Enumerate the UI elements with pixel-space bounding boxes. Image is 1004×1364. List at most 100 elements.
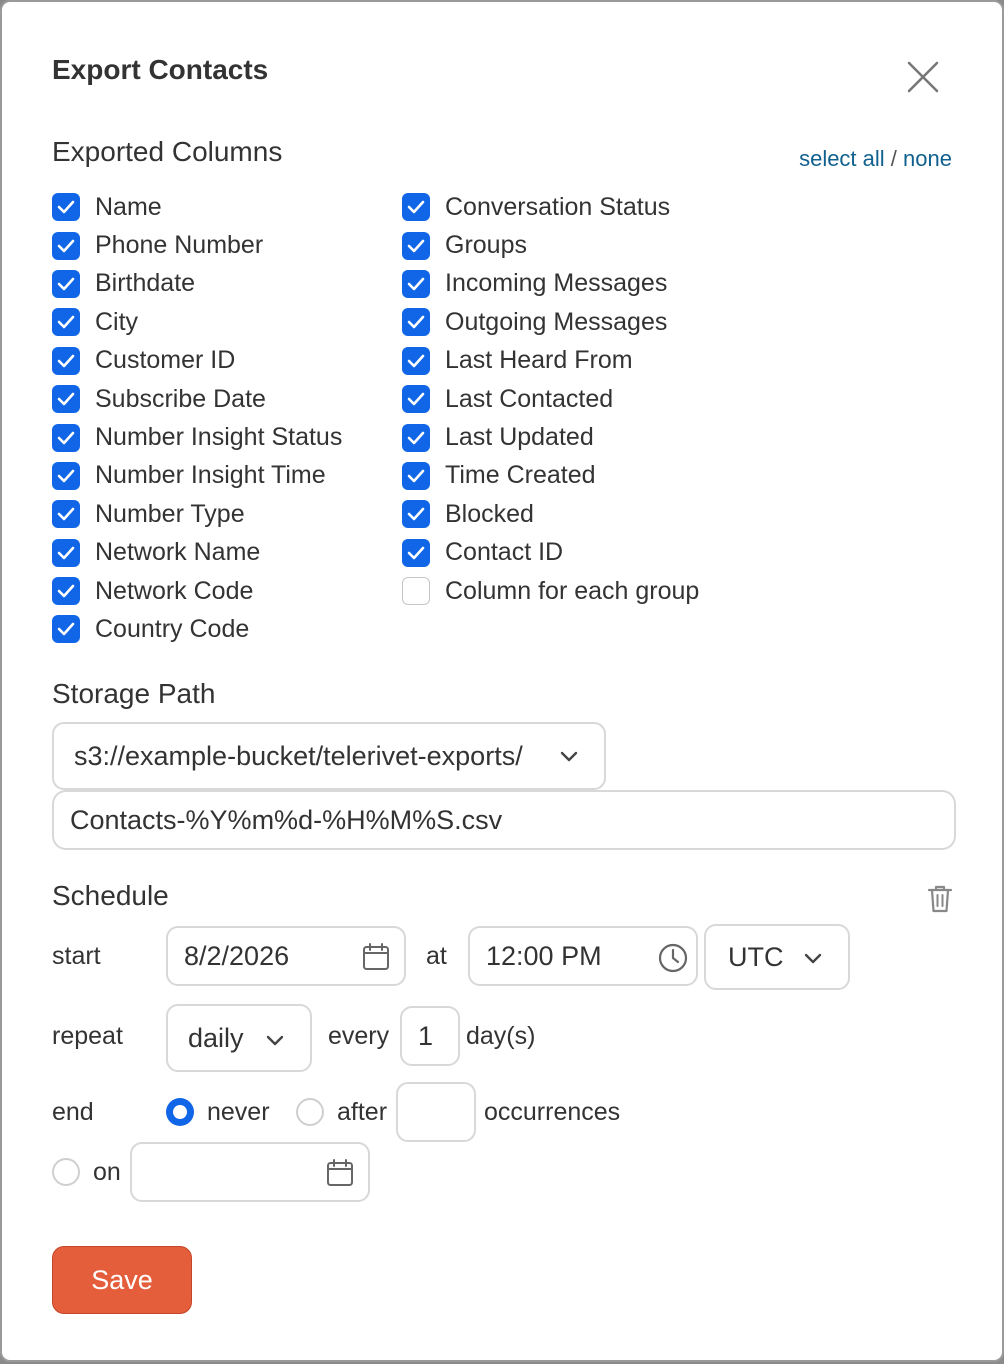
on-label: on (93, 1158, 121, 1186)
end-date-input[interactable] (130, 1142, 370, 1202)
column-checkbox[interactable] (52, 500, 80, 529)
column-checkbox[interactable] (52, 385, 80, 414)
column-checkbox[interactable] (402, 346, 430, 375)
filename-input[interactable]: Contacts-%Y%m%d-%H%M%S.csv (52, 790, 956, 850)
column-checkbox[interactable] (402, 385, 430, 414)
clock-icon (658, 943, 688, 973)
check-icon (407, 316, 425, 329)
column-checkbox[interactable] (52, 423, 80, 452)
column-checkbox[interactable] (402, 500, 430, 529)
unit-label: day(s) (466, 1022, 536, 1050)
occurrences-input[interactable] (396, 1082, 476, 1142)
column-option[interactable]: Phone Number (52, 226, 342, 264)
column-option[interactable]: Subscribe Date (52, 380, 342, 418)
column-option[interactable]: Blocked (402, 495, 699, 533)
occurrences-label: occurrences (484, 1098, 621, 1126)
chevron-down-icon (264, 1032, 286, 1048)
column-option[interactable]: Name (52, 188, 342, 226)
column-checkbox[interactable] (402, 423, 430, 452)
repeat-value: daily (188, 1022, 244, 1053)
end-never-radio[interactable] (166, 1098, 194, 1126)
column-checkbox[interactable] (402, 269, 430, 298)
column-label: Last Contacted (445, 384, 614, 413)
column-option[interactable]: Contact ID (402, 534, 699, 572)
column-checkbox[interactable] (52, 615, 80, 644)
after-label: after (337, 1098, 388, 1126)
column-option[interactable]: Network Name (52, 534, 342, 572)
column-option[interactable]: Conversation Status (402, 188, 699, 226)
column-label: Number Type (95, 499, 245, 528)
trash-icon[interactable] (926, 884, 954, 914)
storage-path-heading: Storage Path (52, 678, 216, 709)
check-icon (57, 623, 75, 636)
column-label: Outgoing Messages (445, 307, 668, 336)
end-on-radio[interactable] (52, 1158, 80, 1186)
columns-right-list: Conversation Status Groups Incoming Messag… (402, 188, 699, 610)
select-none-link[interactable]: none (903, 146, 952, 171)
column-checkbox[interactable] (52, 193, 80, 222)
column-option[interactable]: Number Insight Status (52, 418, 342, 456)
bucket-select[interactable]: s3://example-bucket/telerivet-exports/ (52, 722, 606, 790)
start-date-input[interactable]: 8/2/2026 (166, 926, 406, 986)
column-checkbox[interactable] (52, 577, 80, 606)
column-option[interactable]: Column for each group (402, 572, 699, 610)
start-time-input[interactable]: 12:00 PM (468, 926, 698, 986)
column-label: Number Insight Status (95, 423, 343, 452)
select-all-link[interactable]: select all (799, 146, 885, 171)
column-option[interactable]: Customer ID (52, 342, 342, 380)
chevron-down-icon (558, 748, 580, 764)
repeat-select[interactable]: daily (166, 1004, 312, 1072)
column-option[interactable]: Network Code (52, 572, 342, 610)
bucket-value: s3://example-bucket/telerivet-exports/ (74, 740, 523, 771)
column-option[interactable]: Number Insight Time (52, 457, 342, 495)
column-option[interactable]: Last Contacted (402, 380, 699, 418)
never-label: never (207, 1098, 270, 1126)
column-option[interactable]: Incoming Messages (402, 265, 699, 303)
check-icon (407, 277, 425, 291)
select-separator: / (890, 146, 897, 171)
column-label: Last Heard From (445, 346, 633, 375)
column-checkbox[interactable] (52, 461, 80, 490)
column-option[interactable]: Groups (402, 226, 699, 264)
column-label: Last Updated (445, 423, 594, 452)
column-checkbox[interactable] (52, 231, 80, 260)
column-option[interactable]: Time Created (402, 457, 699, 495)
column-checkbox[interactable] (52, 308, 80, 337)
check-icon (407, 354, 425, 368)
column-label: Birthdate (95, 269, 196, 298)
column-checkbox[interactable] (52, 346, 80, 375)
column-checkbox[interactable] (402, 231, 430, 260)
column-checkbox[interactable] (52, 269, 80, 298)
check-icon (57, 392, 75, 406)
column-option[interactable]: Birthdate (52, 265, 342, 303)
schedule-heading: Schedule (52, 880, 169, 911)
every-input[interactable]: 1 (400, 1006, 460, 1066)
check-icon (57, 200, 75, 214)
end-after-radio[interactable] (296, 1098, 324, 1126)
column-option[interactable]: Country Code (52, 610, 342, 648)
check-icon (57, 354, 75, 368)
column-checkbox[interactable] (402, 193, 430, 222)
column-option[interactable]: Number Type (52, 495, 342, 533)
column-checkbox[interactable] (402, 577, 430, 606)
column-checkbox[interactable] (402, 308, 430, 337)
column-option[interactable]: Last Updated (402, 418, 699, 456)
check-icon (407, 431, 425, 444)
column-label: Network Name (95, 538, 261, 567)
filename-value: Contacts-%Y%m%d-%H%M%S.csv (70, 804, 503, 835)
column-option[interactable]: Outgoing Messages (402, 303, 699, 341)
save-button[interactable]: Save (52, 1246, 192, 1314)
column-checkbox[interactable] (52, 538, 80, 567)
check-icon (407, 392, 425, 406)
column-option[interactable]: Last Heard From (402, 342, 699, 380)
at-label: at (426, 942, 447, 970)
column-checkbox[interactable] (402, 538, 430, 567)
check-icon (57, 469, 75, 483)
column-label: Phone Number (95, 231, 264, 260)
column-label: Contact ID (445, 538, 564, 567)
column-label: Incoming Messages (445, 269, 668, 298)
column-option[interactable]: City (52, 303, 342, 341)
column-checkbox[interactable] (402, 461, 430, 490)
timezone-select[interactable]: UTC (704, 924, 850, 990)
close-icon[interactable] (904, 58, 942, 96)
